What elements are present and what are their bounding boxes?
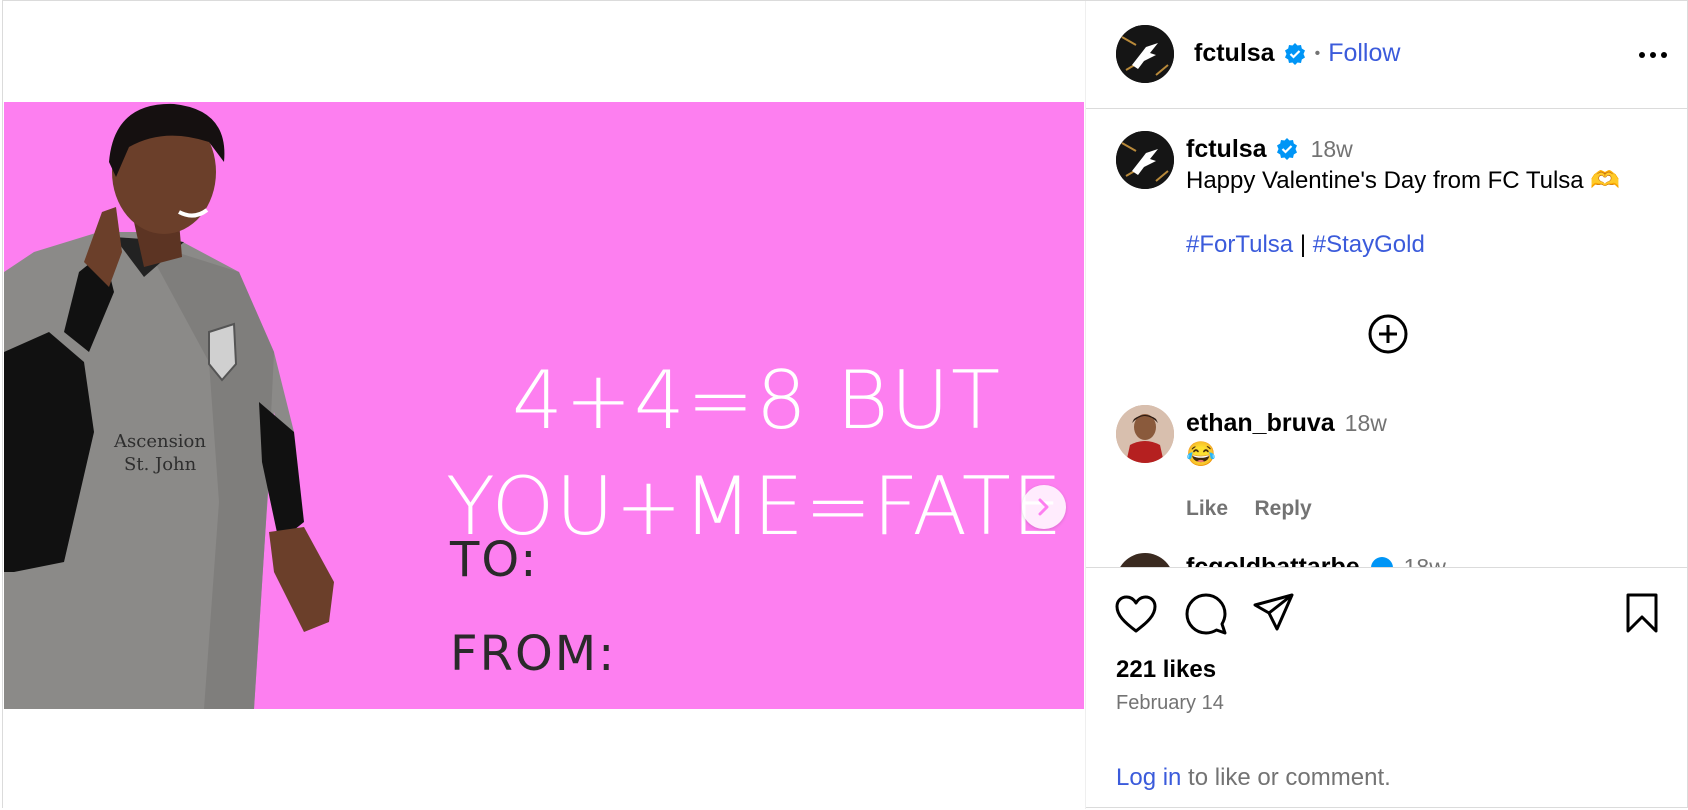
comment-like-button[interactable]: Like: [1186, 497, 1228, 520]
fctulsa-logo-icon: [1116, 131, 1174, 189]
bookmark-icon[interactable]: [1624, 592, 1660, 634]
send-icon[interactable]: [1252, 592, 1294, 634]
comment-actions: Like Reply: [1186, 497, 1666, 521]
carousel-slide[interactable]: Ascension St. John 4+4=8 BUT YOU+ME=FATE…: [4, 102, 1084, 709]
login-prompt-text: to like or comment.: [1181, 764, 1391, 791]
more-horizontal-icon[interactable]: [1638, 49, 1668, 61]
card-from-label: FROM:: [450, 626, 617, 682]
comments-section[interactable]: fctulsa 18w Happy Valentine's Day from F…: [1086, 109, 1688, 567]
comment-avatar[interactable]: [1116, 553, 1174, 567]
post-side-panel: fctulsa • Follow fctulsa 18w Happy Valen…: [1085, 1, 1688, 809]
follow-button[interactable]: Follow: [1328, 39, 1400, 68]
comment-avatar[interactable]: [1116, 405, 1174, 463]
header-author-row: fctulsa • Follow: [1194, 39, 1400, 68]
card-to-label: TO:: [450, 532, 539, 588]
caption-header: fctulsa 18w: [1186, 133, 1666, 165]
chevron-right-icon: [1038, 498, 1049, 516]
header-separator: •: [1314, 44, 1321, 62]
verified-badge-icon: [1284, 42, 1305, 65]
post-date[interactable]: February 14: [1116, 692, 1224, 715]
post-actions: 221 likes February 14 Log in to like or …: [1086, 567, 1688, 809]
caption: fctulsa 18w Happy Valentine's Day from F…: [1186, 133, 1666, 261]
caption-avatar[interactable]: [1116, 131, 1174, 189]
svg-text:St. John: St. John: [124, 454, 197, 475]
comment-icon[interactable]: [1184, 592, 1228, 636]
svg-text:Ascension: Ascension: [113, 431, 206, 452]
verified-badge-icon: [1370, 556, 1393, 567]
author-handle[interactable]: fctulsa: [1194, 39, 1275, 68]
comment-header: ethan_bruva 18w: [1186, 407, 1666, 439]
hashtag-link[interactable]: #ForTulsa: [1186, 231, 1293, 258]
instagram-post: Ascension St. John 4+4=8 BUT YOU+ME=FATE…: [2, 0, 1688, 809]
likes-count[interactable]: 221 likes: [1116, 656, 1216, 684]
comment-time[interactable]: 18w: [1404, 554, 1446, 567]
plus-circle-icon[interactable]: [1367, 313, 1409, 355]
hashtag-link[interactable]: #StayGold: [1313, 231, 1425, 258]
comment: fcgoldbattarbe 18w: [1186, 553, 1446, 567]
caption-text: Happy Valentine's Day from FC Tulsa 🫶: [1186, 167, 1621, 194]
comment-handle[interactable]: fcgoldbattarbe: [1186, 553, 1360, 567]
hashtag-separator: |: [1299, 231, 1307, 258]
player-photo: Ascension St. John: [4, 103, 334, 709]
comment-handle[interactable]: ethan_bruva: [1186, 409, 1335, 438]
comment-time[interactable]: 18w: [1345, 410, 1387, 437]
post-media: Ascension St. John 4+4=8 BUT YOU+ME=FATE…: [3, 1, 1085, 809]
user-avatar-icon: [1116, 405, 1174, 463]
comment: ethan_bruva 18w 😂 Like Reply: [1186, 407, 1666, 521]
verified-badge-icon: [1276, 138, 1297, 160]
card-line-1: 4+4=8 BUT: [512, 354, 1002, 447]
fctulsa-logo-icon: [1116, 25, 1174, 83]
login-link[interactable]: Log in: [1116, 764, 1181, 791]
author-avatar[interactable]: [1116, 25, 1174, 83]
heart-icon[interactable]: [1114, 594, 1158, 634]
carousel-next-button[interactable]: [1022, 485, 1066, 529]
comment-text: 😂: [1186, 441, 1216, 468]
comment-reply-button[interactable]: Reply: [1254, 497, 1311, 520]
card-line-2: YOU+ME=FATE: [446, 460, 1064, 553]
post-header: fctulsa • Follow: [1086, 1, 1688, 109]
caption-handle[interactable]: fctulsa: [1186, 135, 1267, 164]
caption-time[interactable]: 18w: [1311, 136, 1353, 163]
caption-hashtags: #ForTulsa | #StayGold: [1186, 229, 1666, 261]
login-prompt: Log in to like or comment.: [1116, 764, 1391, 792]
